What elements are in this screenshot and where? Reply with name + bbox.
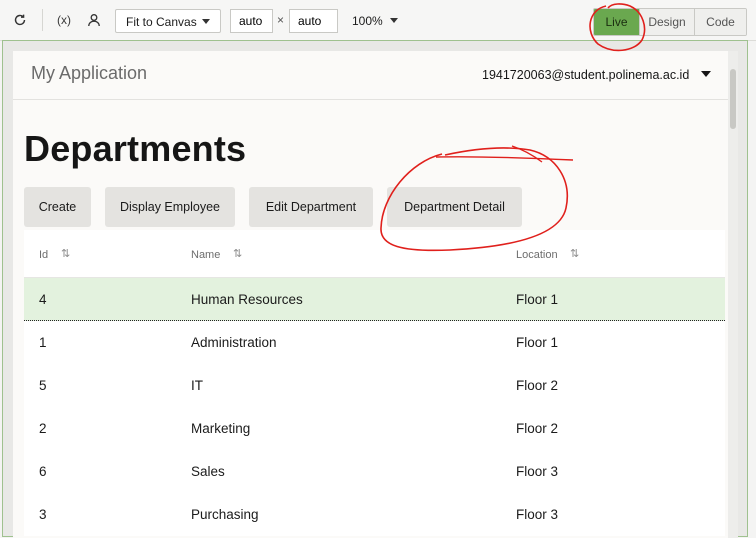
cell-id: 4	[39, 292, 47, 307]
variables-icon[interactable]: (x)	[53, 10, 75, 30]
designer-toolbar: (x) Fit to Canvas × 100% Live Design Cod…	[0, 0, 756, 41]
cell-id: 6	[39, 464, 47, 479]
times-separator: ×	[277, 13, 285, 27]
create-button[interactable]: Create	[24, 187, 91, 227]
table-row[interactable]: 1 Administration Floor 1	[24, 321, 725, 364]
app-title: My Application	[31, 63, 148, 83]
table-row[interactable]: 3 Purchasing Floor 3	[24, 493, 725, 536]
cell-location: Floor 2	[516, 421, 559, 436]
design-mode-button[interactable]: Design	[639, 9, 694, 35]
column-header-id[interactable]: Id	[39, 249, 48, 261]
sort-icon[interactable]: ⇅	[61, 247, 70, 260]
table-header: Id ⇅ Name ⇅ Location ⇅	[24, 230, 725, 278]
table-row[interactable]: 6 Sales Floor 3	[24, 450, 725, 493]
cell-name: Marketing	[191, 421, 251, 436]
cell-location: Floor 3	[516, 507, 559, 522]
cell-id: 1	[39, 335, 47, 350]
mode-switcher: Live Design Code	[593, 8, 747, 36]
cell-name: Human Resources	[191, 292, 303, 307]
cell-id: 2	[39, 421, 47, 436]
column-header-name[interactable]: Name	[191, 249, 220, 261]
refresh-icon[interactable]	[10, 10, 30, 30]
cell-name: Sales	[191, 464, 225, 479]
chevron-down-icon[interactable]	[701, 71, 711, 77]
cell-name: Administration	[191, 335, 277, 350]
departments-table: Id ⇅ Name ⇅ Location ⇅ 4 Human Resources…	[24, 230, 725, 536]
toolbar-divider	[42, 9, 43, 31]
table-row[interactable]: 2 Marketing Floor 2	[24, 407, 725, 450]
chevron-down-icon[interactable]	[390, 18, 398, 23]
cell-location: Floor 1	[516, 292, 559, 307]
department-detail-button[interactable]: Department Detail	[387, 187, 522, 227]
canvas-height-input[interactable]	[289, 9, 338, 33]
sort-icon[interactable]: ⇅	[570, 247, 579, 260]
cell-location: Floor 2	[516, 378, 559, 393]
edit-department-button[interactable]: Edit Department	[249, 187, 373, 227]
cell-id: 5	[39, 378, 47, 393]
live-mode-button[interactable]: Live	[594, 9, 639, 35]
cell-name: Purchasing	[191, 507, 259, 522]
sort-icon[interactable]: ⇅	[233, 247, 242, 260]
app-header: My Application 1941720063@student.poline…	[13, 51, 728, 100]
cell-location: Floor 3	[516, 464, 559, 479]
design-canvas: My Application 1941720063@student.poline…	[2, 40, 748, 538]
column-header-location[interactable]: Location	[516, 249, 558, 261]
scrollbar-thumb[interactable]	[730, 69, 736, 129]
zoom-level[interactable]: 100%	[352, 14, 383, 28]
cell-id: 3	[39, 507, 47, 522]
chevron-down-icon	[202, 19, 210, 24]
table-row[interactable]: 5 IT Floor 2	[24, 364, 725, 407]
vertical-scrollbar[interactable]	[728, 51, 738, 538]
table-row[interactable]: 4 Human Resources Floor 1	[24, 278, 725, 321]
cell-location: Floor 1	[516, 335, 559, 350]
display-employee-button[interactable]: Display Employee	[105, 187, 235, 227]
user-menu[interactable]: 1941720063@student.polinema.ac.id	[482, 68, 689, 82]
application-preview: My Application 1941720063@student.poline…	[13, 51, 738, 538]
user-icon[interactable]	[84, 10, 104, 30]
fit-to-canvas-label: Fit to Canvas	[126, 15, 197, 29]
canvas-width-input[interactable]	[230, 9, 273, 33]
fit-to-canvas-select[interactable]: Fit to Canvas	[115, 9, 221, 33]
cell-name: IT	[191, 378, 203, 393]
code-mode-button[interactable]: Code	[694, 9, 746, 35]
page-title: Departments	[24, 128, 247, 169]
